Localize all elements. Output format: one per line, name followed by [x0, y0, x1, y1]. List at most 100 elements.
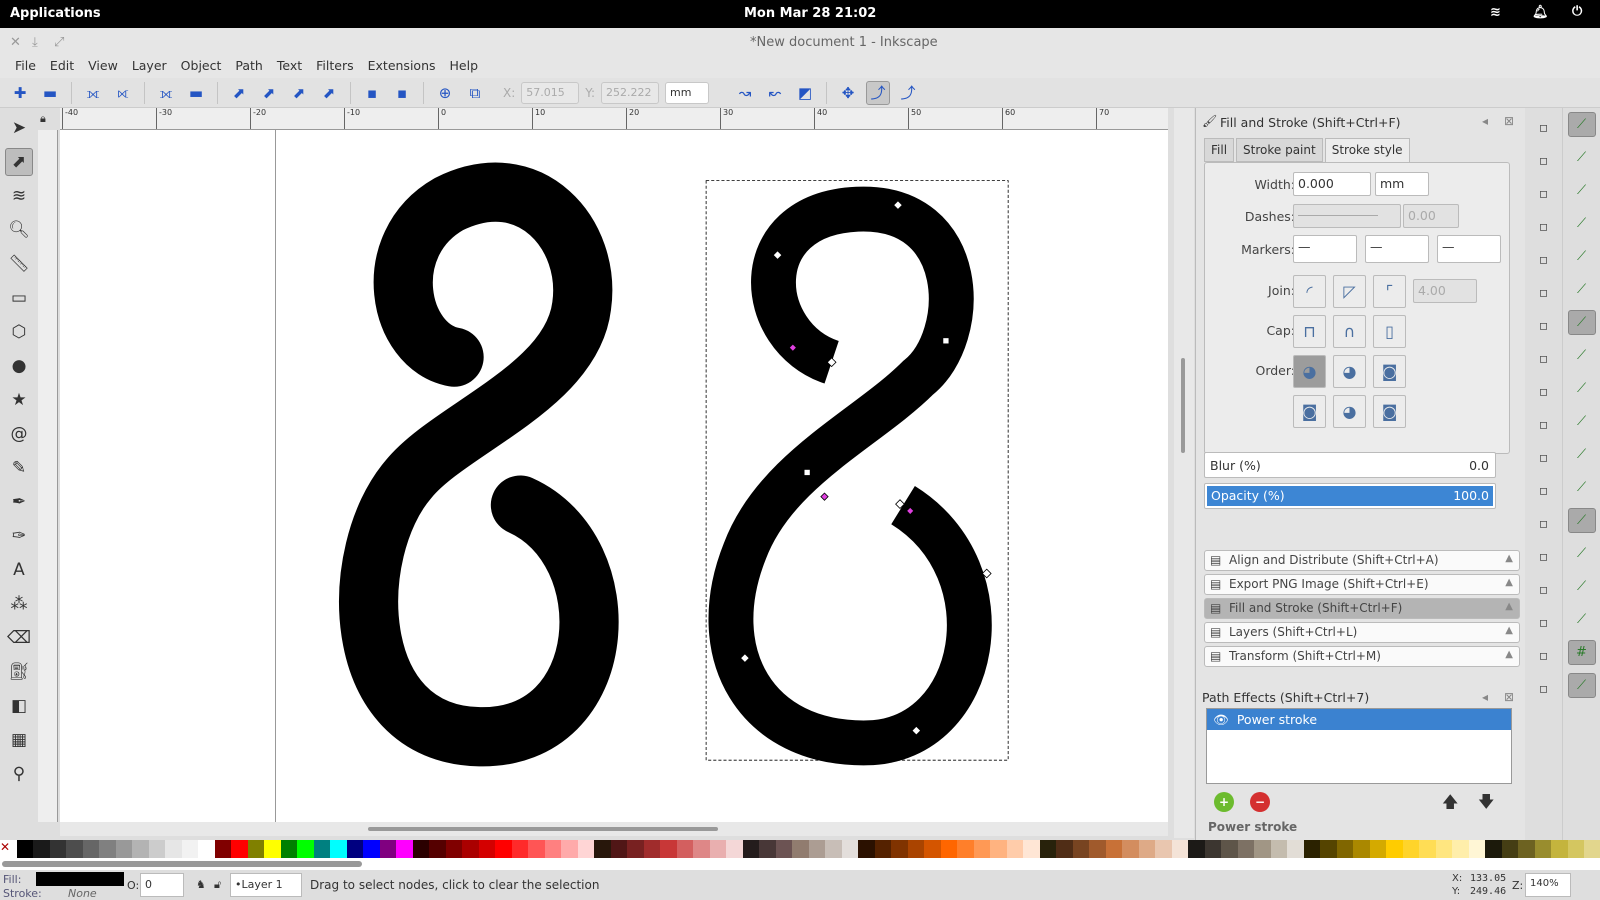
pen-tool-icon[interactable]: ✒: [5, 488, 33, 516]
color-swatch[interactable]: [1435, 840, 1452, 858]
horizontal-ruler[interactable]: -40-30-20-100102030405060708090100110120…: [60, 108, 1168, 130]
expand-arrow-icon[interactable]: ▲: [1505, 625, 1513, 636]
color-swatch[interactable]: [1584, 840, 1600, 858]
add-path-effect-button[interactable]: +: [1214, 792, 1234, 812]
no-color-swatch[interactable]: ✕: [0, 840, 17, 858]
tab-stroke-paint[interactable]: Stroke paint: [1236, 138, 1323, 162]
print-icon[interactable]: ▫: [1532, 215, 1556, 239]
color-swatch[interactable]: [1386, 840, 1403, 858]
color-swatch[interactable]: [214, 840, 231, 858]
order-markers-fill-stroke-button[interactable]: ◙: [1293, 395, 1326, 428]
join-segment-icon[interactable]: ⟗: [154, 81, 178, 105]
node-auto-icon[interactable]: ⬈: [317, 81, 341, 105]
color-swatch[interactable]: [313, 840, 330, 858]
node-smooth-icon[interactable]: ⬈: [257, 81, 281, 105]
color-swatch[interactable]: [280, 840, 297, 858]
visibility-eye-icon[interactable]: 👁︎: [1213, 712, 1229, 727]
vertical-ruler[interactable]: [38, 130, 58, 822]
import-icon[interactable]: ▫: [1532, 248, 1556, 272]
color-swatch[interactable]: [66, 840, 83, 858]
undo-icon[interactable]: ▫: [1532, 314, 1556, 338]
butt-cap-button[interactable]: ⊓: [1293, 315, 1326, 348]
snap-center-icon[interactable]: ⟋: [1567, 508, 1596, 533]
menu-path[interactable]: Path: [228, 56, 269, 78]
wifi-icon[interactable]: ≋: [1490, 5, 1501, 20]
color-swatch[interactable]: [660, 840, 677, 858]
spray-tool-icon[interactable]: ⁂: [5, 590, 33, 618]
selector-icon[interactable]: ➤: [5, 114, 33, 142]
color-swatch[interactable]: [957, 840, 974, 858]
color-swatch[interactable]: [1369, 840, 1386, 858]
color-swatch[interactable]: [841, 840, 858, 858]
color-swatch[interactable]: [907, 840, 924, 858]
snap-line-midpoint-icon[interactable]: ⟋: [1568, 442, 1596, 467]
color-swatch[interactable]: [891, 840, 908, 858]
ellipse-tool-icon[interactable]: ●: [5, 352, 33, 380]
zoom-selection-icon[interactable]: ▫: [1532, 479, 1556, 503]
snap-bbox-midpoint-icon[interactable]: ⟋: [1568, 244, 1596, 269]
color-swatch[interactable]: [132, 840, 149, 858]
clock[interactable]: Mon Mar 28 21:02: [744, 6, 876, 21]
vertical-scrollbar[interactable]: [1174, 108, 1194, 838]
color-swatch[interactable]: [1155, 840, 1172, 858]
color-swatch[interactable]: [924, 840, 941, 858]
expand-arrow-icon[interactable]: ▲: [1505, 601, 1513, 612]
color-swatch[interactable]: [264, 840, 281, 858]
color-swatch[interactable]: [990, 840, 1007, 858]
color-swatch[interactable]: [1419, 840, 1436, 858]
color-swatch[interactable]: [742, 840, 759, 858]
x-coordinate-input[interactable]: 57.015: [521, 81, 580, 104]
color-swatch[interactable]: [33, 840, 50, 858]
color-swatch[interactable]: [1452, 840, 1469, 858]
snap-bbox-corner-icon[interactable]: ⟋: [1568, 211, 1596, 236]
text-tool-icon[interactable]: A: [5, 556, 33, 584]
order-fill-markers-stroke-button[interactable]: ◙: [1373, 355, 1406, 388]
tab-stroke-style[interactable]: Stroke style: [1324, 138, 1410, 162]
color-swatch[interactable]: [1336, 840, 1353, 858]
node-tool-icon[interactable]: ⬈: [5, 148, 33, 176]
paste-icon[interactable]: ▫: [1532, 446, 1556, 470]
color-swatch[interactable]: [1039, 840, 1056, 858]
menu-help[interactable]: Help: [443, 56, 486, 78]
color-swatch[interactable]: [1023, 840, 1040, 858]
menu-layer[interactable]: Layer: [125, 56, 174, 78]
dash-offset-input[interactable]: 0.00: [1403, 204, 1459, 228]
order-stroke-fill-markers-button[interactable]: ◕: [1333, 355, 1366, 388]
color-swatch[interactable]: [82, 840, 99, 858]
delete-node-icon[interactable]: ▬: [38, 81, 62, 105]
layer-select[interactable]: •Layer 1: [230, 873, 302, 897]
iconify-panel-icon[interactable]: ◂: [1482, 690, 1488, 704]
tab-fill[interactable]: Fill: [1204, 138, 1235, 162]
color-swatch[interactable]: [148, 840, 165, 858]
color-swatch[interactable]: [1402, 840, 1419, 858]
insert-node-icon[interactable]: ✚: [8, 81, 32, 105]
color-swatch[interactable]: [1105, 840, 1122, 858]
bevel-join-button[interactable]: ◸: [1333, 275, 1366, 308]
color-swatch[interactable]: [49, 840, 66, 858]
show-handles-icon[interactable]: ⤴: [866, 80, 891, 105]
color-swatch[interactable]: [363, 840, 380, 858]
color-swatch[interactable]: [396, 840, 413, 858]
color-swatch[interactable]: [181, 840, 198, 858]
color-swatch[interactable]: [775, 840, 792, 858]
color-swatch[interactable]: [1056, 840, 1073, 858]
color-palette[interactable]: ✕: [0, 840, 1600, 858]
palette-scrollbar[interactable]: [0, 858, 1600, 870]
export-icon[interactable]: ▫: [1532, 281, 1556, 305]
spiral-tool-icon[interactable]: @: [5, 420, 33, 448]
close-panel-icon[interactable]: ⊠: [1504, 690, 1514, 704]
color-swatch[interactable]: [1534, 840, 1551, 858]
mask-icon[interactable]: ◩: [793, 81, 817, 105]
snap-text-baseline-icon[interactable]: ⟋: [1568, 574, 1596, 599]
color-swatch[interactable]: [874, 840, 891, 858]
docked-transform[interactable]: ▤ Transform (Shift+Ctrl+M) ▲: [1204, 646, 1520, 667]
menu-edit[interactable]: Edit: [43, 56, 81, 78]
color-swatch[interactable]: [1006, 840, 1023, 858]
color-swatch[interactable]: [231, 840, 248, 858]
color-swatch[interactable]: [462, 840, 479, 858]
calligraphy-tool-icon[interactable]: ✑: [5, 522, 33, 550]
color-swatch[interactable]: [1270, 840, 1287, 858]
start-marker-select[interactable]: —: [1293, 235, 1357, 263]
expand-arrow-icon[interactable]: ▲: [1505, 553, 1513, 564]
color-swatch[interactable]: [115, 840, 132, 858]
